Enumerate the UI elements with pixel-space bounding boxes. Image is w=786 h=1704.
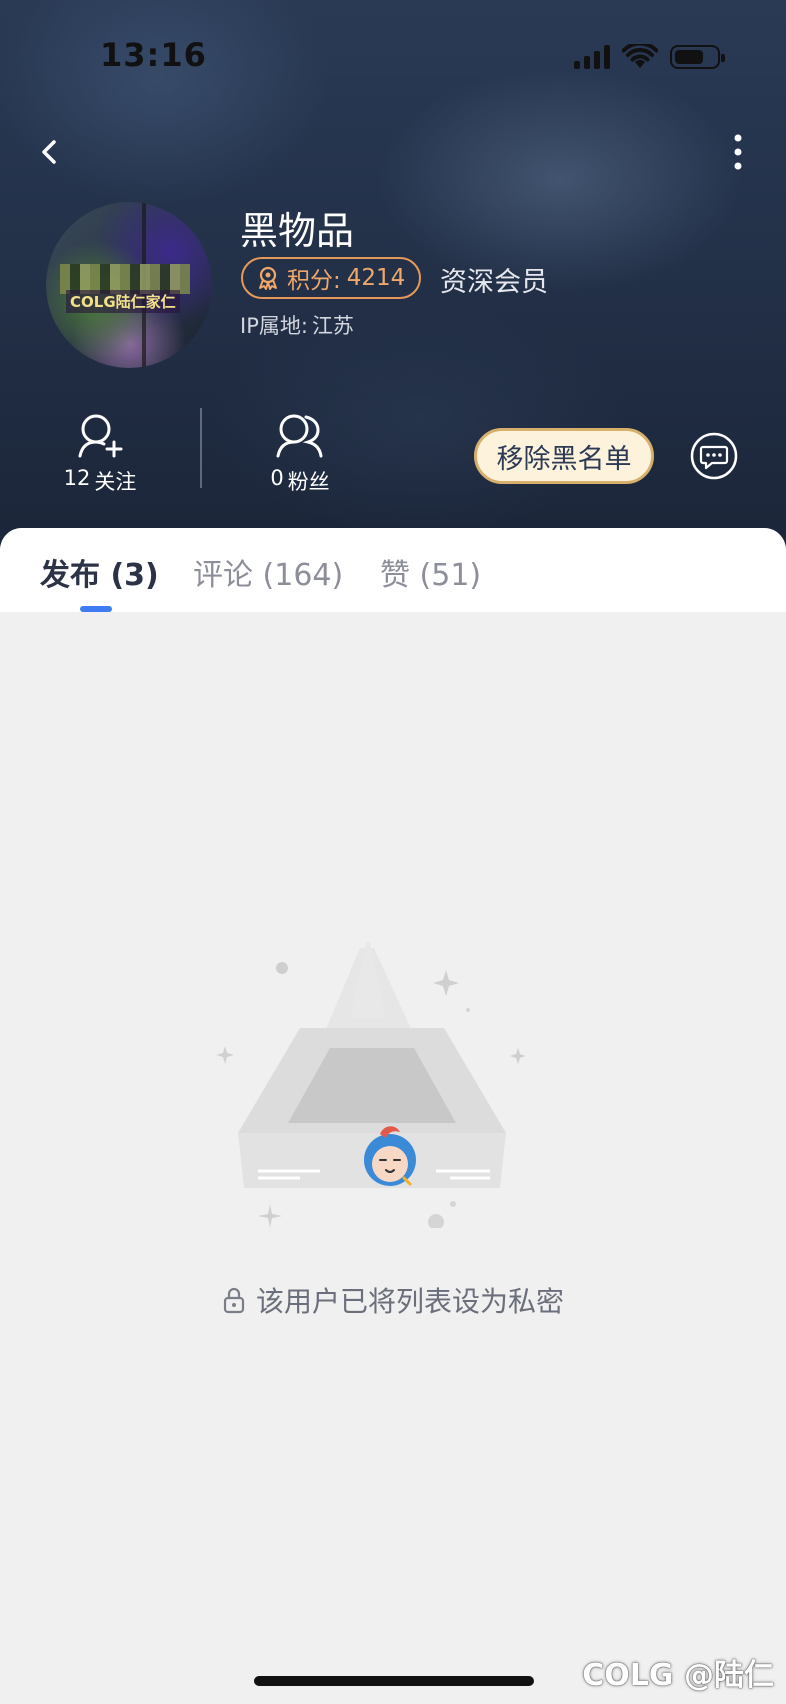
private-message-text: 该用户已将列表设为私密 bbox=[255, 1285, 564, 1318]
following-count: 12 bbox=[63, 466, 91, 490]
ip-location: 江苏 bbox=[311, 314, 354, 338]
points-value: 4214 bbox=[346, 265, 406, 291]
empty-box-illustration bbox=[216, 942, 526, 1228]
profile-header: 13:16 COLG陆仁家仁 黑物品 积分: 4214 资深会员 IP属地: 江… bbox=[0, 0, 786, 560]
followers-count: 0 bbox=[270, 466, 284, 490]
watermark: COLG @陆仁 bbox=[582, 1658, 774, 1693]
tab-likes[interactable]: 赞 (51) bbox=[380, 550, 481, 594]
follow-user-icon bbox=[78, 414, 123, 458]
avatar[interactable]: COLG陆仁家仁 bbox=[46, 202, 212, 368]
signal-icon bbox=[574, 45, 610, 69]
wifi-icon bbox=[622, 44, 658, 68]
status-icons bbox=[574, 44, 725, 70]
points-label: 积分: bbox=[287, 268, 341, 294]
ip-location-line: IP属地: 江苏 bbox=[240, 310, 354, 340]
chat-bubble-icon[interactable] bbox=[690, 432, 738, 480]
following-label: 关注 bbox=[94, 470, 137, 494]
lock-icon bbox=[223, 1287, 245, 1314]
following-stat[interactable]: 12 关注 bbox=[30, 412, 170, 496]
followers-icon bbox=[276, 414, 323, 458]
avatar-caption: COLG陆仁家仁 bbox=[66, 290, 180, 313]
private-list-message: 该用户已将列表设为私密 bbox=[0, 1280, 786, 1320]
status-time: 13:16 bbox=[100, 36, 207, 74]
tabs-bar: 发布 (3) 评论 (164) 赞 (51) bbox=[0, 528, 786, 612]
member-level: 资深会员 bbox=[440, 267, 548, 298]
username: 黑物品 bbox=[240, 209, 355, 253]
tab-comments[interactable]: 评论 (164) bbox=[193, 550, 343, 594]
points-badge[interactable]: 积分: 4214 bbox=[241, 257, 422, 299]
ip-label: IP属地: bbox=[240, 314, 308, 338]
followers-stat[interactable]: 0 粉丝 bbox=[230, 412, 370, 496]
tab-posts[interactable]: 发布 (3) bbox=[40, 550, 159, 594]
remove-blacklist-button[interactable]: 移除黑名单 bbox=[474, 428, 654, 484]
tab-indicator bbox=[80, 606, 112, 612]
more-vertical-icon[interactable] bbox=[730, 132, 746, 172]
home-indicator[interactable] bbox=[254, 1676, 534, 1686]
chevron-left-icon[interactable] bbox=[30, 132, 70, 172]
medal-icon bbox=[259, 266, 277, 290]
content-card: 发布 (3) 评论 (164) 赞 (51) 该用户已将列表设为私密 bbox=[0, 528, 786, 1704]
stat-divider bbox=[200, 408, 202, 488]
battery-icon bbox=[670, 45, 725, 69]
followers-label: 粉丝 bbox=[287, 470, 330, 494]
